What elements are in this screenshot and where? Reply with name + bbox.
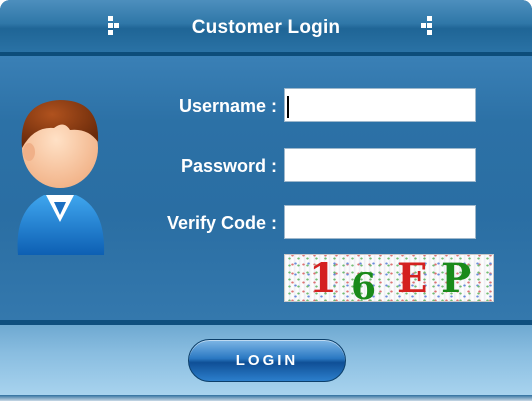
grid-dots-icon — [421, 16, 439, 36]
panel-title: Customer Login — [191, 17, 341, 38]
captcha-char: E — [397, 255, 428, 302]
captcha-image[interactable]: 1 6 E P — [284, 254, 494, 302]
username-field[interactable] — [284, 88, 476, 122]
captcha-char: 1 — [309, 255, 337, 302]
verify-code-label: Verify Code : — [166, 213, 277, 233]
verify-code-field[interactable] — [284, 205, 476, 239]
bottom-border — [0, 395, 532, 401]
captcha-char: P — [441, 255, 472, 302]
login-button[interactable]: LOGIN — [188, 339, 346, 382]
login-panel: Customer Login Username: Password: Ver… — [0, 0, 532, 401]
panel-header: Customer Login — [0, 0, 532, 52]
username-label: Username : — [178, 96, 277, 116]
captcha-char: 6 — [351, 266, 377, 302]
text-caret — [287, 96, 289, 118]
password-label: Password : — [180, 156, 277, 176]
password-field[interactable] — [284, 148, 476, 182]
